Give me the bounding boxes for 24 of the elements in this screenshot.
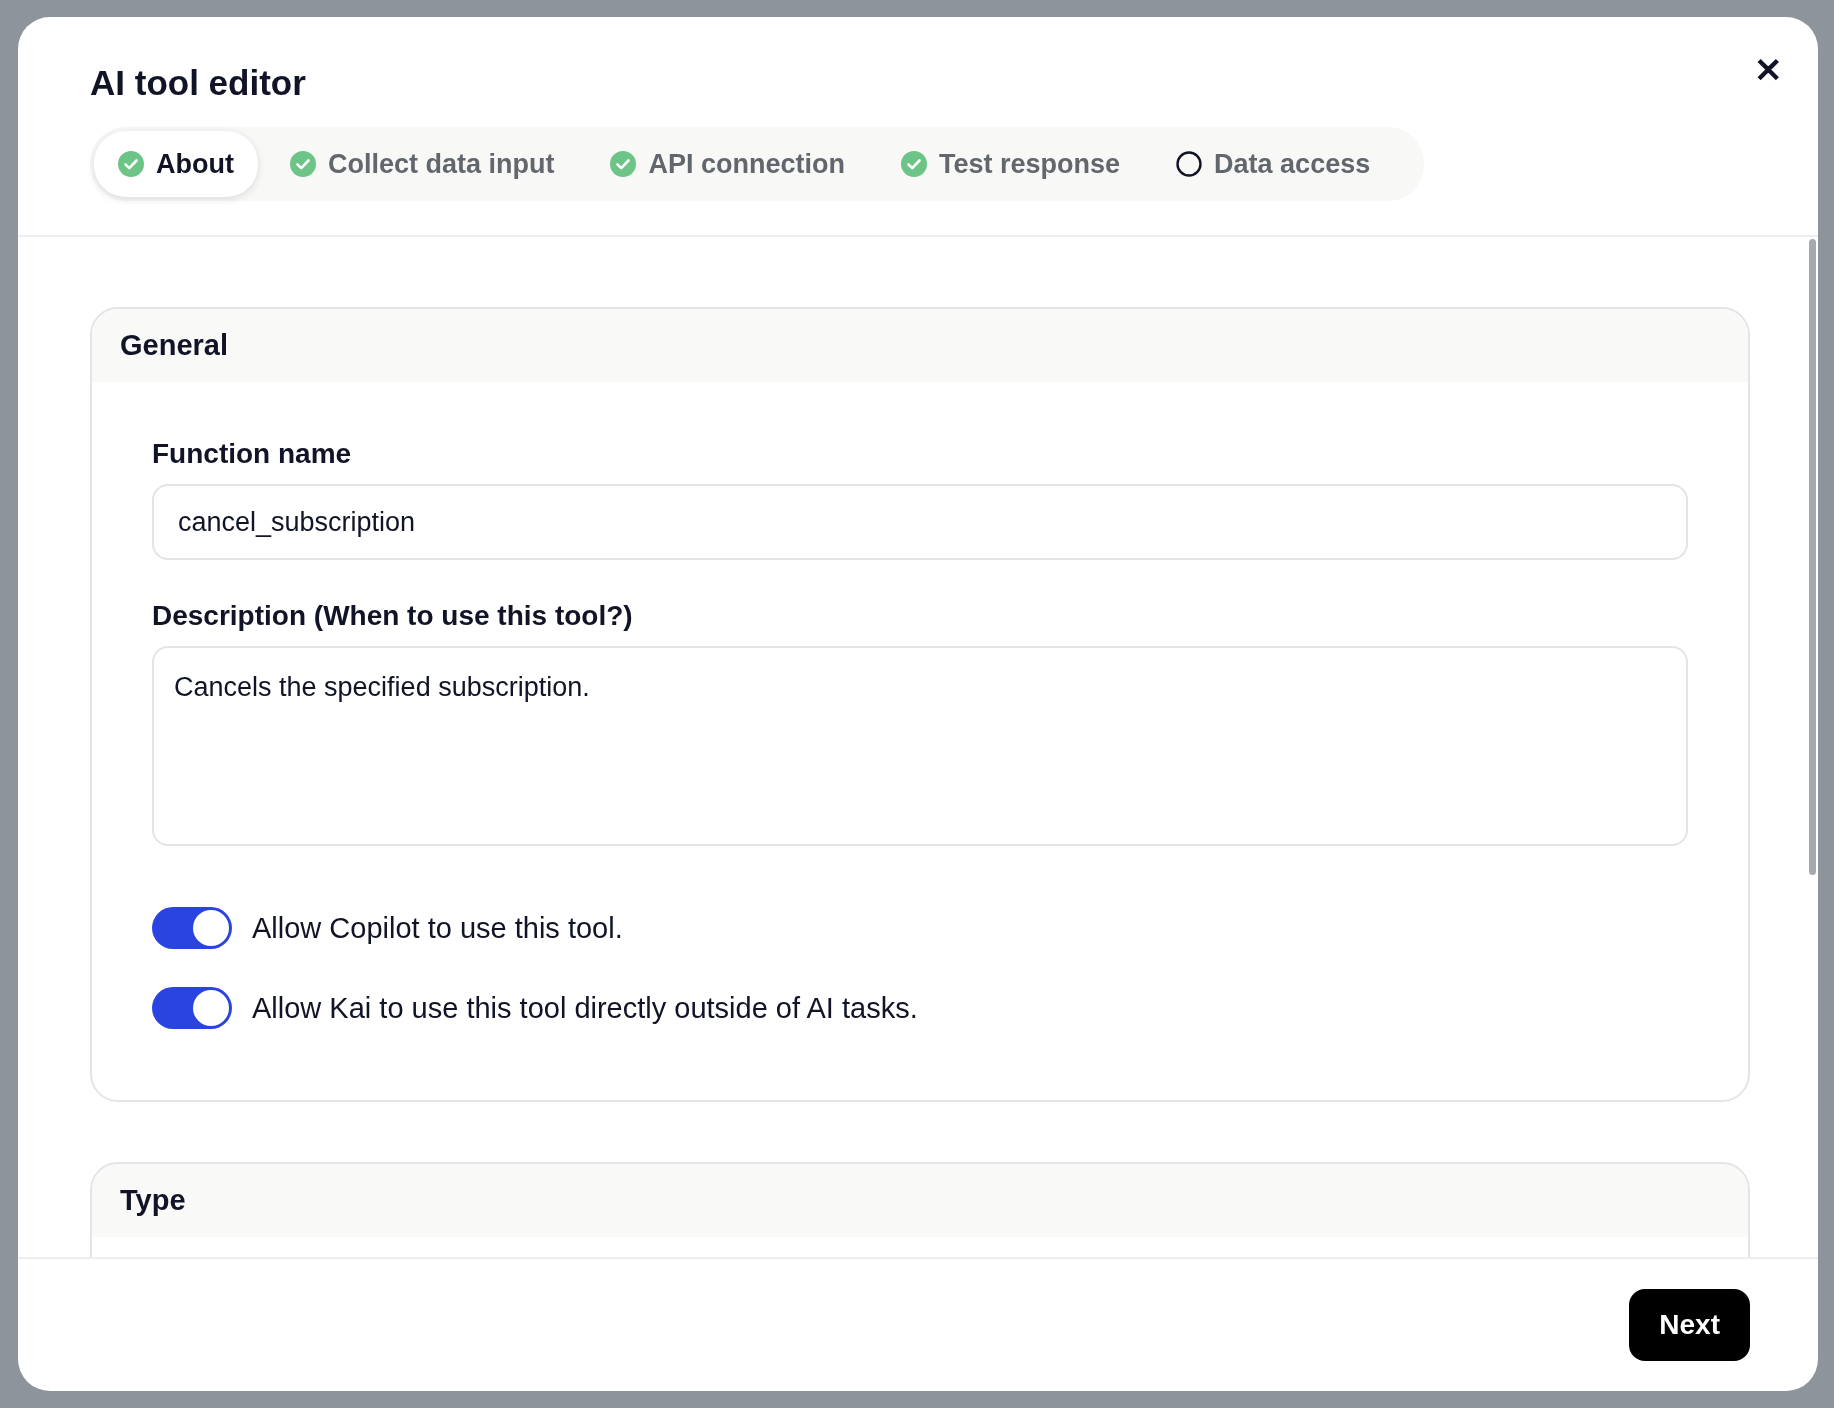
close-button[interactable]: ✕: [1748, 47, 1788, 93]
toggle-label: Allow Kai to use this tool directly outside of AI tasks.: [252, 991, 918, 1025]
step-tab[interactable]: API connection: [586, 131, 869, 197]
check-circle-icon: [901, 151, 927, 177]
field-label: Function name: [152, 438, 353, 470]
step-tab[interactable]: Collect data input: [265, 131, 579, 197]
section-title: Type: [92, 1164, 1748, 1237]
check-circle-icon: [289, 151, 316, 177]
field-label: Description (When to use this tool?): [152, 600, 634, 632]
textarea-field[interactable]: Cancels the specified subscription.: [152, 646, 1688, 846]
scrollbar[interactable]: [1809, 239, 1816, 875]
toggle-switch[interactable]: [152, 987, 232, 1029]
check-circle-icon: [610, 151, 637, 177]
section-title: General: [92, 309, 1748, 382]
check-circle-icon: [118, 151, 144, 177]
next-button[interactable]: Next: [1629, 1289, 1750, 1361]
step-tab[interactable]: Test response: [877, 131, 1145, 197]
input-field[interactable]: cancel_subscription: [152, 484, 1688, 560]
step-tab[interactable]: About: [94, 131, 258, 197]
dialog-title: AI tool editor: [90, 63, 307, 103]
step-tab[interactable]: Data access: [1152, 131, 1395, 197]
empty-circle-icon: [1176, 151, 1203, 177]
toggle-switch[interactable]: [152, 907, 232, 949]
toggle-label: Allow Copilot to use this tool.: [252, 911, 623, 945]
